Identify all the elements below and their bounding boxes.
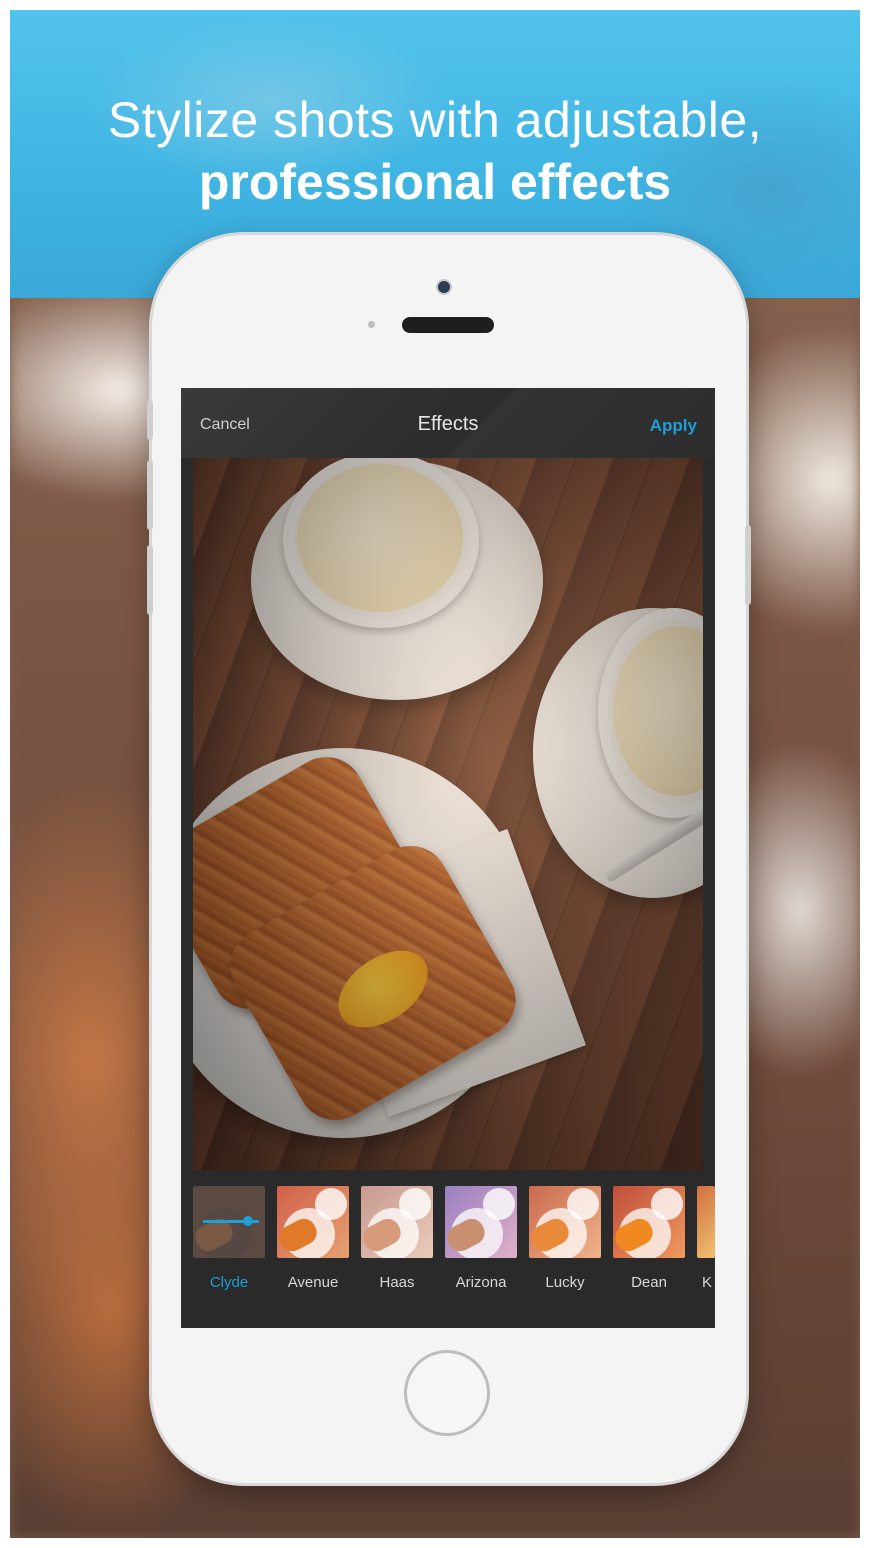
filter-strip: Clyde Avenue Haas Arizona Lucky Dean K (181, 1170, 715, 1328)
promo-frame: Stylize shots with adjustable, professio… (10, 10, 860, 1538)
filter-thumb-lucky[interactable] (529, 1186, 601, 1258)
filter-label-haas[interactable]: Haas (352, 1274, 442, 1291)
screen-title: Effects (417, 413, 479, 435)
proximity-sensor (368, 321, 375, 328)
slider-knob-icon (243, 1216, 253, 1226)
headline-line-1: Stylize shots with adjustable, (107, 92, 763, 148)
power-button (745, 525, 751, 605)
apply-button[interactable]: Apply (650, 416, 697, 436)
earpiece-speaker (402, 317, 494, 333)
photo-preview[interactable] (193, 458, 703, 1170)
filter-thumb-clyde[interactable] (193, 1186, 265, 1258)
filter-label-clyde[interactable]: Clyde (184, 1274, 274, 1291)
filter-label-lucky[interactable]: Lucky (520, 1274, 610, 1291)
filter-thumb-avenue[interactable] (277, 1186, 349, 1258)
volume-down-button (147, 545, 153, 615)
filter-thumb-dean[interactable] (613, 1186, 685, 1258)
front-camera (438, 281, 450, 293)
promo-headline: Stylize shots with adjustable, professio… (10, 90, 860, 214)
mute-switch (147, 400, 153, 440)
filter-label-arizona[interactable]: Arizona (436, 1274, 526, 1291)
app-screen: Cancel Effects Apply Clyde Avenue Haas A… (181, 388, 715, 1328)
filter-label-dean[interactable]: Dean (604, 1274, 694, 1291)
filter-label-avenue[interactable]: Avenue (268, 1274, 358, 1291)
cancel-button[interactable]: Cancel (200, 416, 250, 434)
filter-label-k[interactable]: K (702, 1274, 715, 1291)
headline-line-2: professional effects (198, 154, 672, 210)
filter-thumb-haas[interactable] (361, 1186, 433, 1258)
home-button[interactable] (404, 1350, 490, 1436)
phone-mockup: Cancel Effects Apply Clyde Avenue Haas A… (147, 235, 751, 1483)
filter-thumb-arizona[interactable] (445, 1186, 517, 1258)
photo-vignette (193, 458, 703, 1170)
filter-thumb-k[interactable] (697, 1186, 715, 1258)
volume-up-button (147, 460, 153, 530)
nav-bar: Cancel Effects Apply (181, 388, 715, 458)
